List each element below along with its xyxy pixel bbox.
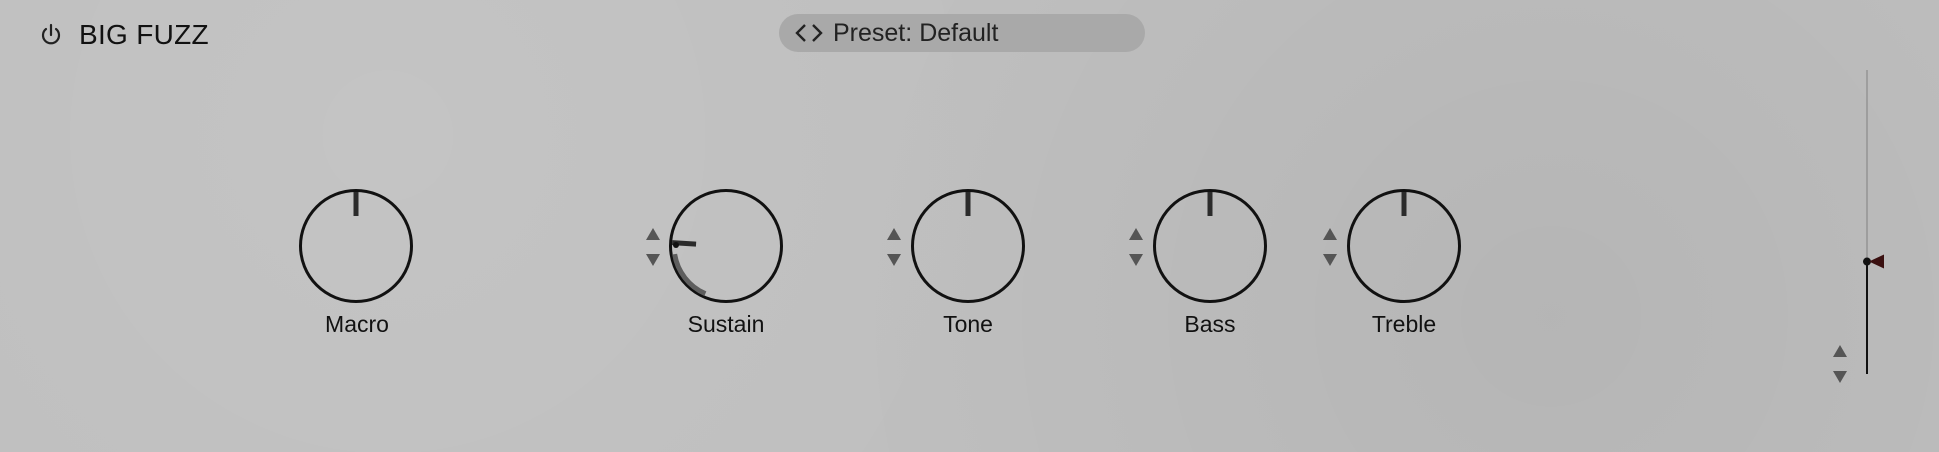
plugin-title: BIG FUZZ <box>79 19 209 50</box>
bass-knob[interactable] <box>1152 188 1268 304</box>
triangle-up-icon[interactable] <box>886 226 902 242</box>
knob-arc-dot <box>673 242 679 248</box>
treble-stepper <box>1322 226 1338 268</box>
tone-stepper <box>886 226 902 268</box>
triangle-up-icon[interactable] <box>645 226 661 242</box>
triangle-up-icon[interactable] <box>1322 226 1338 242</box>
output-fader[interactable] <box>1858 68 1888 376</box>
chevron-right-icon <box>812 24 823 42</box>
macro-knob[interactable] <box>298 188 414 304</box>
power-button[interactable] <box>38 22 64 48</box>
preset-name-display[interactable]: Preset: Default <box>833 19 998 48</box>
tone-label: Tone <box>943 311 993 337</box>
sustain-knob[interactable] <box>668 188 784 304</box>
chevron-left-icon <box>795 24 806 42</box>
fader-stepper <box>1832 343 1848 385</box>
triangle-down-icon[interactable] <box>1832 369 1848 385</box>
bass-label: Bass <box>1184 311 1236 337</box>
fader-marker-icon <box>1869 254 1884 269</box>
next-preset-button[interactable] <box>809 21 825 45</box>
treble-knob[interactable] <box>1346 188 1462 304</box>
triangle-up-icon[interactable] <box>1832 343 1848 359</box>
triangle-down-icon[interactable] <box>645 252 661 268</box>
preset-name: Default <box>919 18 999 47</box>
preset-browser: Preset: Default <box>779 14 1145 52</box>
plugin-panel: BIG FUZZ Preset: Default Macro Sustain T… <box>0 0 1939 452</box>
tone-knob[interactable] <box>910 188 1026 304</box>
preset-label: Preset: <box>833 18 913 47</box>
triangle-up-icon[interactable] <box>1128 226 1144 242</box>
triangle-down-icon[interactable] <box>886 252 902 268</box>
treble-label: Treble <box>1371 311 1437 337</box>
triangle-down-icon[interactable] <box>1128 252 1144 268</box>
previous-preset-button[interactable] <box>793 21 809 45</box>
triangle-down-icon[interactable] <box>1322 252 1338 268</box>
macro-label: Macro <box>325 311 389 337</box>
power-icon <box>41 23 61 45</box>
sustain-stepper <box>645 226 661 268</box>
bass-stepper <box>1128 226 1144 268</box>
sustain-label: Sustain <box>687 311 765 337</box>
